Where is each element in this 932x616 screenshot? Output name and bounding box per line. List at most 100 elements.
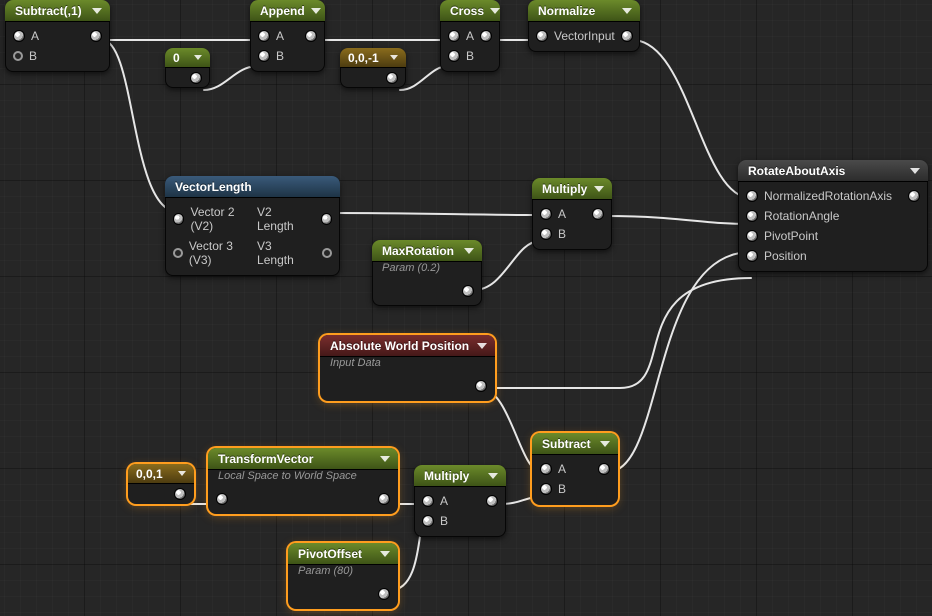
node-header[interactable]: Subtract	[532, 433, 618, 455]
chevron-down-icon[interactable]	[92, 8, 102, 14]
node-title: Multiply	[542, 182, 588, 196]
node-title: TransformVector	[218, 452, 374, 466]
pin-in-v3[interactable]: Vector 3 (V3)	[173, 239, 257, 267]
pin-in-pivot[interactable]: PivotPoint	[746, 229, 818, 243]
node-constant-00-1[interactable]: 0,0,-1	[340, 48, 406, 88]
chevron-down-icon[interactable]	[594, 186, 604, 192]
node-header[interactable]: Multiply	[414, 465, 506, 487]
pin-out[interactable]	[586, 208, 604, 220]
node-subtitle: Input Data	[320, 357, 495, 373]
node-title: Subtract	[542, 437, 594, 451]
pin-in-b[interactable]: B	[540, 482, 566, 496]
pin-out[interactable]	[168, 488, 186, 500]
node-header[interactable]: PivotOffset	[288, 543, 398, 565]
node-title: Append	[260, 4, 305, 18]
pin-out[interactable]	[184, 72, 202, 84]
pin-out-v2[interactable]: V2 Length	[257, 205, 332, 233]
chevron-down-icon[interactable]	[910, 168, 920, 174]
pin-in-a[interactable]: A	[422, 494, 448, 508]
node-title: Normalize	[538, 4, 616, 18]
node-constant-001[interactable]: 0,0,1	[128, 464, 194, 504]
node-subtract1[interactable]: Subtract(,1) A B	[5, 0, 110, 72]
pin-out[interactable]	[456, 285, 474, 297]
node-cross[interactable]: Cross A B	[440, 0, 500, 72]
pin-in-b[interactable]: B	[540, 227, 566, 241]
chevron-down-icon[interactable]	[477, 343, 487, 349]
node-header[interactable]: Cross	[440, 0, 500, 22]
constant-value: 0	[173, 51, 180, 65]
node-pivotoffset[interactable]: PivotOffset Param (80)	[288, 543, 398, 609]
chevron-down-icon[interactable]	[622, 8, 632, 14]
constant-value: 0,0,-1	[348, 51, 379, 65]
node-subtitle: Param (0.2)	[372, 262, 482, 278]
pin-in-b[interactable]: B	[448, 49, 474, 63]
node-title: Cross	[450, 4, 484, 18]
chevron-down-icon[interactable]	[600, 441, 610, 447]
node-header[interactable]: VectorLength	[165, 176, 340, 198]
node-transformvector[interactable]: TransformVector Local Space to World Spa…	[208, 448, 398, 514]
pin-out[interactable]	[474, 30, 492, 42]
node-title: PivotOffset	[298, 547, 374, 561]
pin-in-a[interactable]: A	[448, 29, 474, 43]
node-header[interactable]: MaxRotation	[372, 240, 482, 262]
pin-out[interactable]	[469, 380, 487, 392]
pin-out-v3[interactable]: V3 Length	[257, 239, 332, 267]
pin-in-b[interactable]: B	[13, 49, 37, 63]
node-multiply2[interactable]: Multiply A B	[414, 465, 506, 537]
chevron-down-icon[interactable]	[380, 456, 390, 462]
chevron-down-icon[interactable]	[380, 551, 390, 557]
pin-in-position[interactable]: Position	[746, 249, 807, 263]
node-subtract2[interactable]: Subtract A B	[532, 433, 618, 505]
node-title: Absolute World Position	[330, 339, 471, 353]
node-absolute-world-position[interactable]: Absolute World Position Input Data	[320, 335, 495, 401]
pin-in-b[interactable]: B	[258, 49, 284, 63]
chevron-down-icon[interactable]	[464, 248, 474, 254]
node-header[interactable]: Append	[250, 0, 325, 22]
chevron-down-icon[interactable]	[390, 55, 398, 60]
node-subtitle: Local Space to World Space	[208, 470, 398, 486]
node-header[interactable]: Subtract(,1)	[5, 0, 110, 22]
node-maxrotation[interactable]: MaxRotation Param (0.2)	[372, 240, 482, 306]
pin-out[interactable]	[902, 190, 920, 202]
pin-in-v2[interactable]: Vector 2 (V2)	[173, 205, 257, 233]
pin-in-a[interactable]: A	[13, 29, 39, 43]
constant-value: 0,0,1	[136, 467, 163, 481]
node-constant-0[interactable]: 0	[165, 48, 210, 88]
node-vectorlength[interactable]: VectorLength Vector 2 (V2) V2 Length Vec…	[165, 176, 340, 276]
node-title: VectorLength	[175, 180, 332, 194]
pin-out[interactable]	[299, 30, 317, 42]
chevron-down-icon[interactable]	[488, 473, 498, 479]
node-title: Subtract(,1)	[15, 4, 86, 18]
node-header[interactable]: TransformVector	[208, 448, 398, 470]
node-header[interactable]: Absolute World Position	[320, 335, 495, 357]
pin-in[interactable]	[216, 493, 228, 505]
pin-out[interactable]	[380, 72, 398, 84]
chevron-down-icon[interactable]	[178, 471, 186, 476]
pin-out[interactable]	[615, 30, 633, 42]
pin-in-angle[interactable]: RotationAngle	[746, 209, 839, 223]
node-append[interactable]: Append A B	[250, 0, 325, 72]
chevron-down-icon[interactable]	[194, 55, 202, 60]
pin-out[interactable]	[372, 493, 390, 505]
chevron-down-icon[interactable]	[490, 8, 500, 14]
node-rotateaboutaxis[interactable]: RotateAboutAxis NormalizedRotationAxis R…	[738, 160, 928, 272]
node-header[interactable]: Normalize	[528, 0, 640, 22]
pin-out[interactable]	[372, 588, 390, 600]
node-normalize[interactable]: Normalize VectorInput	[528, 0, 640, 52]
pin-in-b[interactable]: B	[422, 514, 448, 528]
pin-out[interactable]	[480, 495, 498, 507]
pin-in-vector[interactable]: VectorInput	[536, 29, 615, 43]
pin-in-a[interactable]: A	[540, 207, 566, 221]
node-title: RotateAboutAxis	[748, 164, 904, 178]
pin-out[interactable]	[84, 30, 102, 42]
chevron-down-icon[interactable]	[311, 8, 321, 14]
node-header[interactable]: Multiply	[532, 178, 612, 200]
node-header[interactable]: RotateAboutAxis	[738, 160, 928, 182]
pin-out[interactable]	[592, 463, 610, 475]
pin-in-a[interactable]: A	[258, 29, 284, 43]
node-title: Multiply	[424, 469, 482, 483]
node-multiply1[interactable]: Multiply A B	[532, 178, 612, 250]
pin-in-axis[interactable]: NormalizedRotationAxis	[746, 189, 892, 203]
pin-in-a[interactable]: A	[540, 462, 566, 476]
node-subtitle: Param (80)	[288, 565, 398, 581]
